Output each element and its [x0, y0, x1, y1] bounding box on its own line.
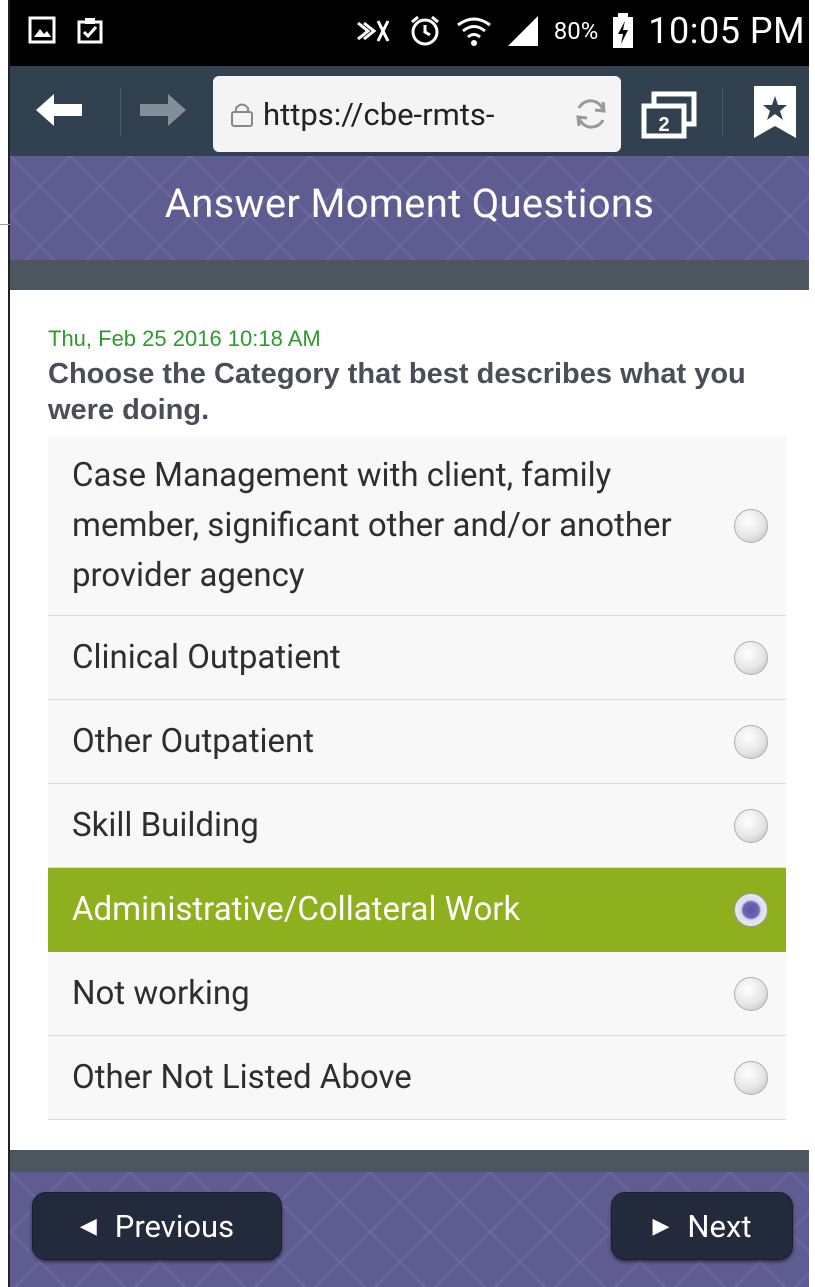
- triangle-left-icon: ◀: [79, 1213, 97, 1239]
- option-administrative-collateral-work[interactable]: Administrative/Collateral Work: [48, 868, 786, 952]
- phone-screen: 80% 10:05 PM https://cbe-rmts- 2 Answer …: [10, 0, 809, 1287]
- gallery-icon: [28, 16, 56, 44]
- status-bar: 80% 10:05 PM: [10, 0, 809, 66]
- battery-percent: 80%: [553, 17, 599, 45]
- footer-divider-bar: [10, 1150, 809, 1172]
- toolbar-separator: [722, 88, 723, 136]
- back-arrow-icon[interactable]: [34, 88, 84, 132]
- clock-time: 10:05 PM: [648, 10, 805, 52]
- option-label: Skill Building: [72, 805, 259, 845]
- lock-icon: [231, 103, 253, 127]
- url-text: https://cbe-rmts-: [263, 95, 495, 133]
- option-skill-building[interactable]: Skill Building: [48, 784, 786, 868]
- page-header: Answer Moment Questions: [10, 156, 809, 290]
- next-button[interactable]: ▶ Next: [611, 1192, 793, 1260]
- option-other-outpatient[interactable]: Other Outpatient: [48, 700, 786, 784]
- option-label: Administrative/Collateral Work: [72, 889, 521, 929]
- category-options-list: Case Management with client, family memb…: [48, 436, 786, 1120]
- previous-button-label: Previous: [114, 1207, 235, 1245]
- bookmark-star-icon[interactable]: [752, 84, 798, 140]
- status-bar-notifications: [28, 16, 104, 44]
- page-title: Answer Moment Questions: [164, 180, 655, 227]
- toolbar-separator: [120, 88, 121, 136]
- alarm-icon: [410, 15, 439, 46]
- option-label: Clinical Outpatient: [72, 637, 341, 677]
- radio-button-unselected[interactable]: [734, 808, 768, 843]
- header-divider-bar: [10, 260, 809, 290]
- reload-icon[interactable]: [573, 96, 609, 132]
- option-label: Not working: [72, 973, 250, 1013]
- radio-button-unselected[interactable]: [734, 508, 768, 543]
- tab-count: 2: [658, 114, 669, 136]
- tabs-icon[interactable]: 2: [640, 90, 700, 140]
- url-bar[interactable]: https://cbe-rmts-: [213, 76, 621, 152]
- browser-toolbar: https://cbe-rmts- 2: [10, 66, 809, 156]
- page-footer: ◀ Previous ▶ Next: [10, 1150, 809, 1287]
- wifi-icon: [456, 17, 491, 46]
- radio-button-unselected[interactable]: [734, 724, 768, 759]
- moment-timestamp: Thu, Feb 25 2016 10:18 AM: [48, 326, 321, 351]
- radio-button-unselected[interactable]: [734, 1060, 768, 1095]
- option-other-not-listed[interactable]: Other Not Listed Above: [48, 1036, 786, 1120]
- question-text: Choose the Category that best describes …: [48, 358, 746, 426]
- next-button-label: Next: [687, 1207, 752, 1245]
- status-bar-system: 80% 10:05 PM: [354, 10, 805, 52]
- option-not-working[interactable]: Not working: [48, 952, 786, 1036]
- clipboard-check-icon: [77, 18, 103, 44]
- radio-button-selected[interactable]: [734, 892, 768, 927]
- option-label: Other Not Listed Above: [72, 1057, 412, 1097]
- radio-button-unselected[interactable]: [734, 640, 768, 675]
- forward-arrow-icon[interactable]: [138, 88, 188, 132]
- option-label: Other Outpatient: [72, 721, 315, 761]
- battery-charging-icon: [613, 13, 634, 48]
- frame-tick: [0, 224, 10, 225]
- previous-button[interactable]: ◀ Previous: [32, 1192, 282, 1260]
- option-case-management[interactable]: Case Management with client, family memb…: [48, 436, 786, 616]
- option-clinical-outpatient[interactable]: Clinical Outpatient: [48, 616, 786, 700]
- signal-icon: [507, 16, 538, 46]
- triangle-right-icon: ▶: [652, 1213, 670, 1239]
- moment-question-content: Thu, Feb 25 2016 10:18 AM Choose the Cat…: [10, 290, 809, 1120]
- frame-right-edge: [809, 0, 815, 1287]
- frame-left-edge: [0, 0, 10, 1287]
- radio-button-unselected[interactable]: [734, 976, 768, 1011]
- nfc-icon: [356, 20, 390, 42]
- option-label: Case Management with client, family memb…: [72, 455, 672, 595]
